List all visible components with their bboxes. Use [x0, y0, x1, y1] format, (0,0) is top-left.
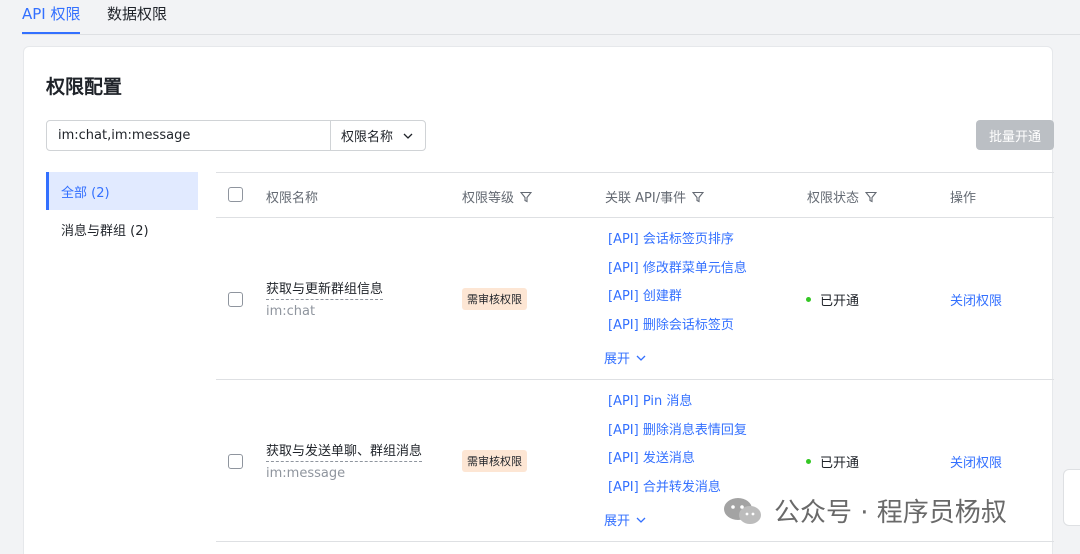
api-link[interactable]: [API] Pin 消息 — [608, 394, 747, 423]
search-bar: 权限名称 — [46, 120, 426, 151]
sidebar-item-messages-groups[interactable]: 消息与群组 (2) — [46, 210, 198, 248]
row-checkbox[interactable] — [228, 454, 243, 469]
chevron-down-icon — [636, 355, 646, 361]
header-level-label: 权限等级 — [462, 191, 515, 206]
permission-name: 获取与更新群组信息 — [266, 278, 384, 300]
wechat-icon — [724, 497, 761, 524]
permission-status: 已开通 — [806, 290, 859, 309]
filter-icon[interactable] — [692, 191, 705, 203]
status-dot-icon — [806, 297, 811, 302]
permission-level-badge: 需审核权限 — [462, 288, 527, 310]
search-field-select-label: 权限名称 — [341, 130, 394, 145]
permission-table: 权限名称 权限等级 关联 API/事件 权限状态 操作 获取与更新群组信息 im… — [216, 172, 1054, 542]
status-dot-icon — [806, 459, 811, 464]
row-checkbox[interactable] — [228, 292, 243, 307]
filter-icon[interactable] — [865, 191, 878, 203]
api-link[interactable]: [API] 删除消息表情回复 — [608, 423, 747, 452]
related-api-list: [API] 会话标签页排序 [API] 修改群菜单元信息 [API] 创建群 [… — [608, 232, 747, 346]
close-permission-link[interactable]: 关闭权限 — [950, 452, 1002, 471]
sidebar-item-all[interactable]: 全部 (2) — [46, 172, 198, 210]
expand-label: 展开 — [604, 514, 631, 529]
header-action: 操作 — [950, 191, 977, 206]
header-status-label: 权限状态 — [807, 191, 860, 206]
search-input[interactable] — [47, 121, 331, 150]
header-level: 权限等级 — [462, 187, 533, 206]
permission-status: 已开通 — [806, 452, 859, 471]
filter-icon[interactable] — [520, 191, 533, 203]
permission-code: im:chat — [266, 304, 316, 319]
header-api: 关联 API/事件 — [605, 187, 705, 206]
tab-data-permissions[interactable]: 数据权限 — [107, 3, 167, 24]
side-panel-toggle[interactable] — [1063, 469, 1080, 526]
permission-config-card: 权限配置 权限名称 批量开通 全部 (2) 消息与群组 (2) 权限名称 权限等… — [23, 46, 1054, 554]
batch-enable-button[interactable]: 批量开通 — [976, 120, 1054, 150]
category-sidebar: 全部 (2) 消息与群组 (2) — [46, 172, 198, 248]
api-link[interactable]: [API] 创建群 — [608, 289, 747, 318]
api-link[interactable]: [API] 发送消息 — [608, 451, 747, 480]
tabs-divider — [22, 34, 1080, 35]
watermark: 公众号 · 程序员杨叔 — [722, 492, 1007, 529]
select-all-checkbox[interactable] — [228, 187, 243, 202]
tab-api-permissions[interactable]: API 权限 — [22, 3, 81, 24]
header-status: 权限状态 — [807, 187, 878, 206]
header-api-label: 关联 API/事件 — [605, 191, 687, 206]
search-field-select[interactable]: 权限名称 — [331, 121, 425, 150]
api-link[interactable]: [API] 删除会话标签页 — [608, 318, 747, 347]
expand-toggle[interactable]: 展开 — [604, 348, 646, 367]
status-label: 已开通 — [820, 294, 860, 309]
chevron-down-icon — [636, 517, 646, 523]
table-row: 获取与更新群组信息 im:chat 需审核权限 [API] 会话标签页排序 [A… — [216, 218, 1054, 380]
tab-bar: API 权限 数据权限 — [0, 0, 1080, 36]
chevron-down-icon — [403, 133, 413, 139]
page-title: 权限配置 — [46, 76, 123, 98]
expand-label: 展开 — [604, 352, 631, 367]
close-permission-link[interactable]: 关闭权限 — [950, 290, 1002, 309]
permission-code: im:message — [266, 466, 346, 481]
api-link[interactable]: [API] 修改群菜单元信息 — [608, 261, 747, 290]
expand-toggle[interactable]: 展开 — [604, 510, 646, 529]
permission-level-badge: 需审核权限 — [462, 450, 527, 472]
header-name: 权限名称 — [266, 191, 319, 206]
table-header: 权限名称 权限等级 关联 API/事件 权限状态 操作 — [216, 172, 1054, 218]
api-link[interactable]: [API] 会话标签页排序 — [608, 232, 747, 261]
related-api-list: [API] Pin 消息 [API] 删除消息表情回复 [API] 发送消息 [… — [608, 394, 747, 508]
status-label: 已开通 — [820, 456, 860, 471]
permission-name: 获取与发送单聊、群组消息 — [266, 440, 423, 462]
watermark-text: 公众号 · 程序员杨叔 — [774, 498, 1007, 528]
